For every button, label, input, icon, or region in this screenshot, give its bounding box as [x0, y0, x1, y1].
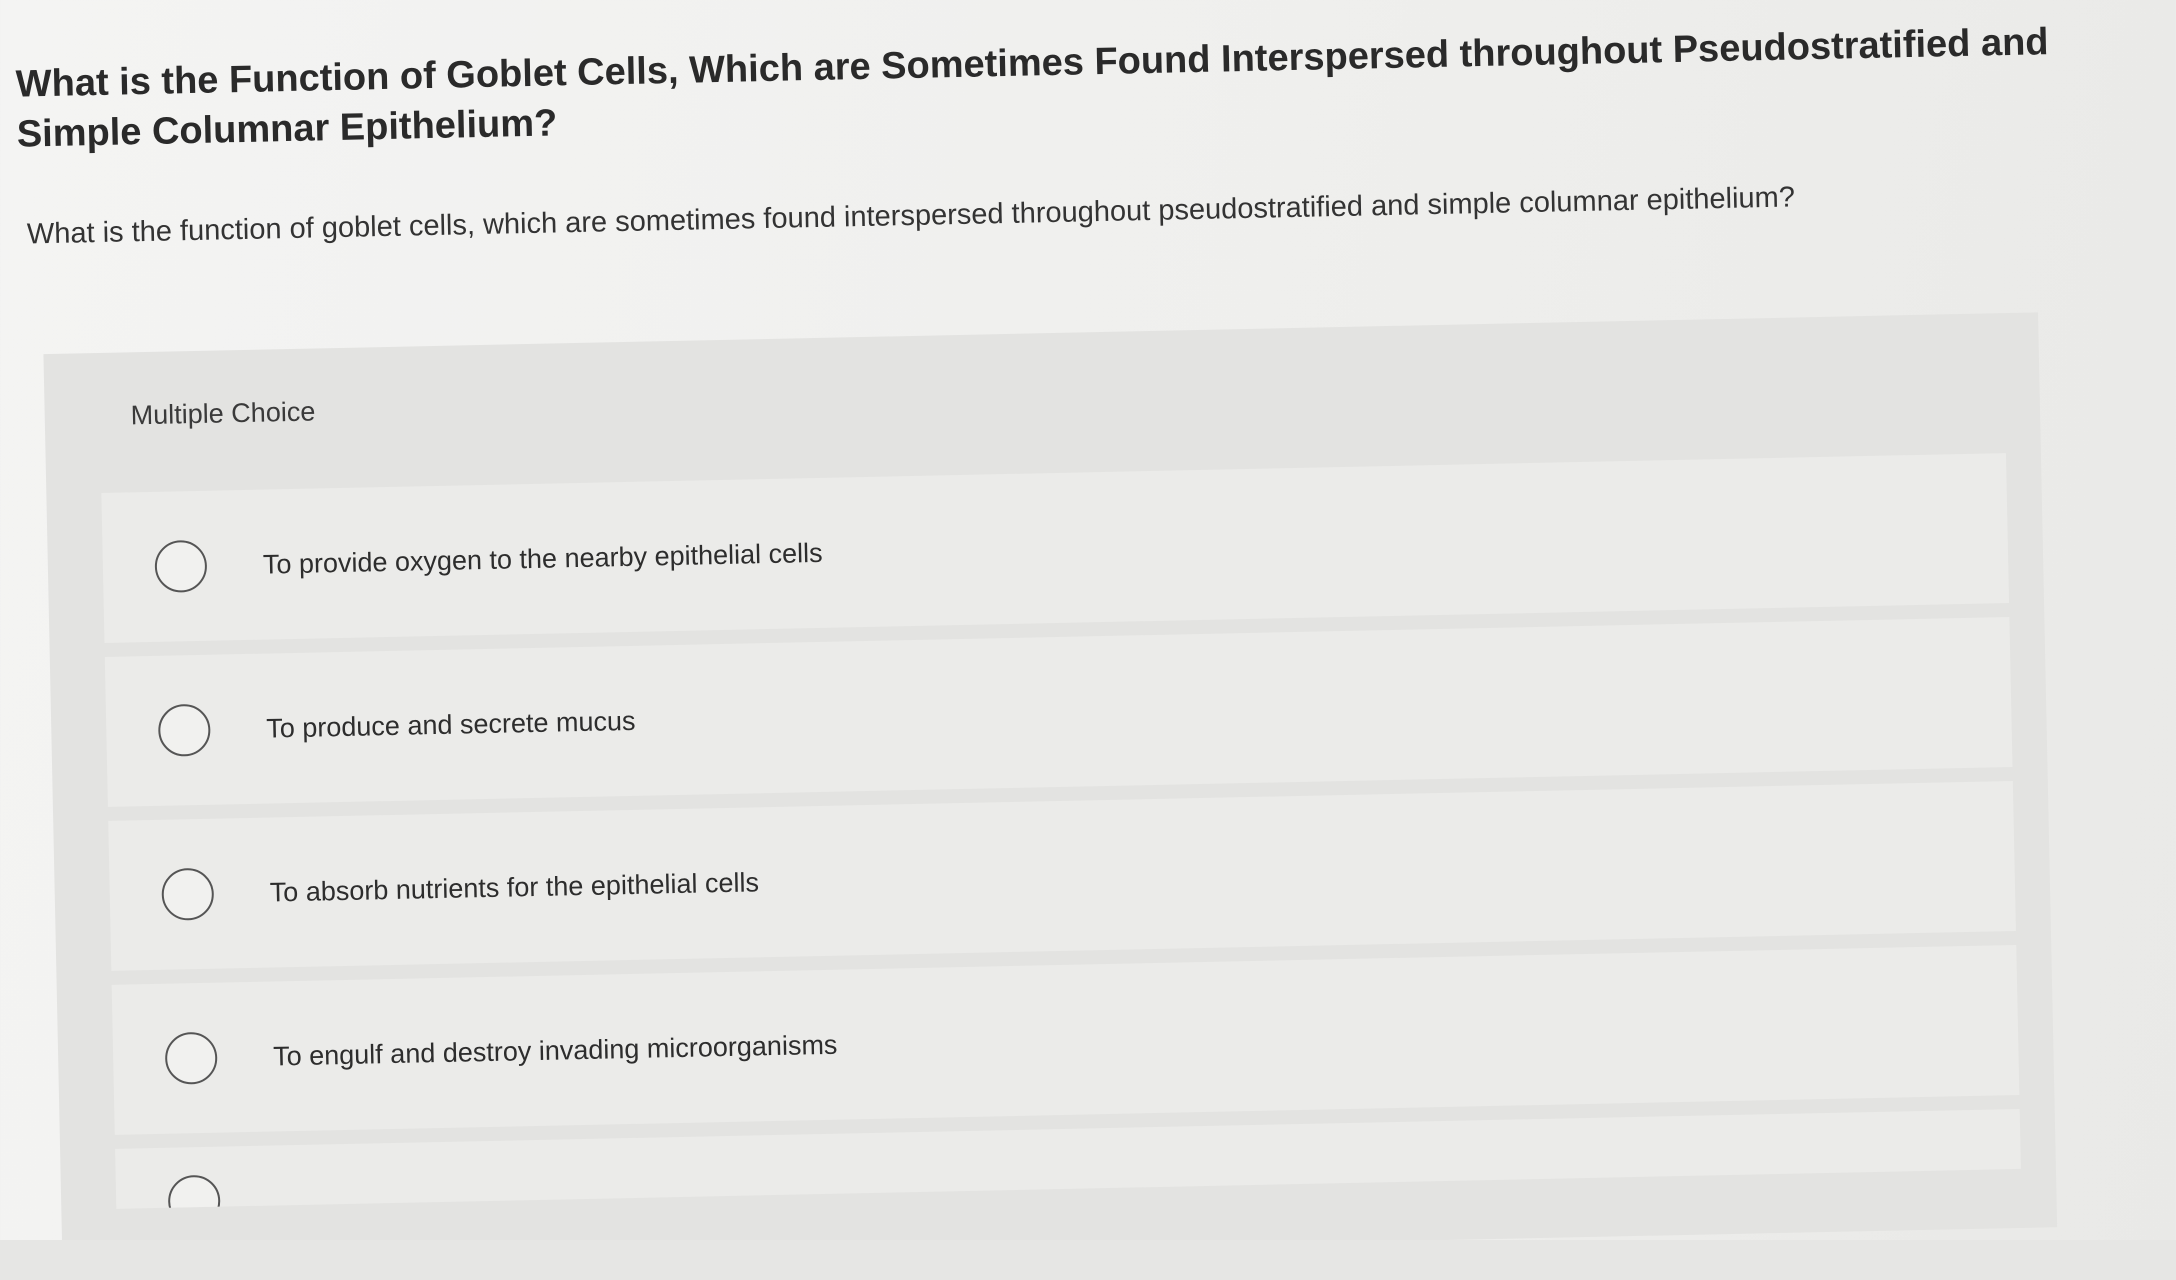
choice-label: To absorb nutrients for the epithelial c… [269, 866, 760, 908]
choice-option-oxygen[interactable]: To provide oxygen to the nearby epitheli… [101, 453, 2010, 643]
bottom-strip [0, 1240, 2176, 1280]
choice-label: To engulf and destroy invading microorga… [272, 1029, 838, 1072]
radio-button[interactable] [157, 703, 211, 757]
radio-button[interactable] [167, 1174, 221, 1209]
choice-option-nutrients[interactable]: To absorb nutrients for the epithelial c… [108, 781, 2016, 971]
choice-option-engulf[interactable]: To engulf and destroy invading microorga… [111, 944, 2020, 1135]
choice-list: To provide oxygen to the nearby epitheli… [101, 453, 2021, 1223]
choice-option-mucus[interactable]: To produce and secrete mucus [104, 617, 2013, 807]
radio-button[interactable] [164, 1031, 218, 1085]
quiz-page: What is the Function of Goblet Cells, Wh… [0, 0, 2176, 1280]
multiple-choice-panel: Multiple Choice To provide oxygen to the… [43, 312, 2058, 1269]
multiple-choice-label: Multiple Choice [130, 396, 316, 431]
page-title: What is the Function of Goblet Cells, Wh… [15, 21, 2049, 156]
choice-label: To provide oxygen to the nearby epitheli… [262, 537, 823, 580]
choice-label: To produce and secrete mucus [265, 705, 636, 744]
question-text: What is the function of goblet cells, wh… [26, 181, 1796, 251]
radio-button[interactable] [161, 867, 215, 921]
radio-button[interactable] [154, 539, 208, 593]
